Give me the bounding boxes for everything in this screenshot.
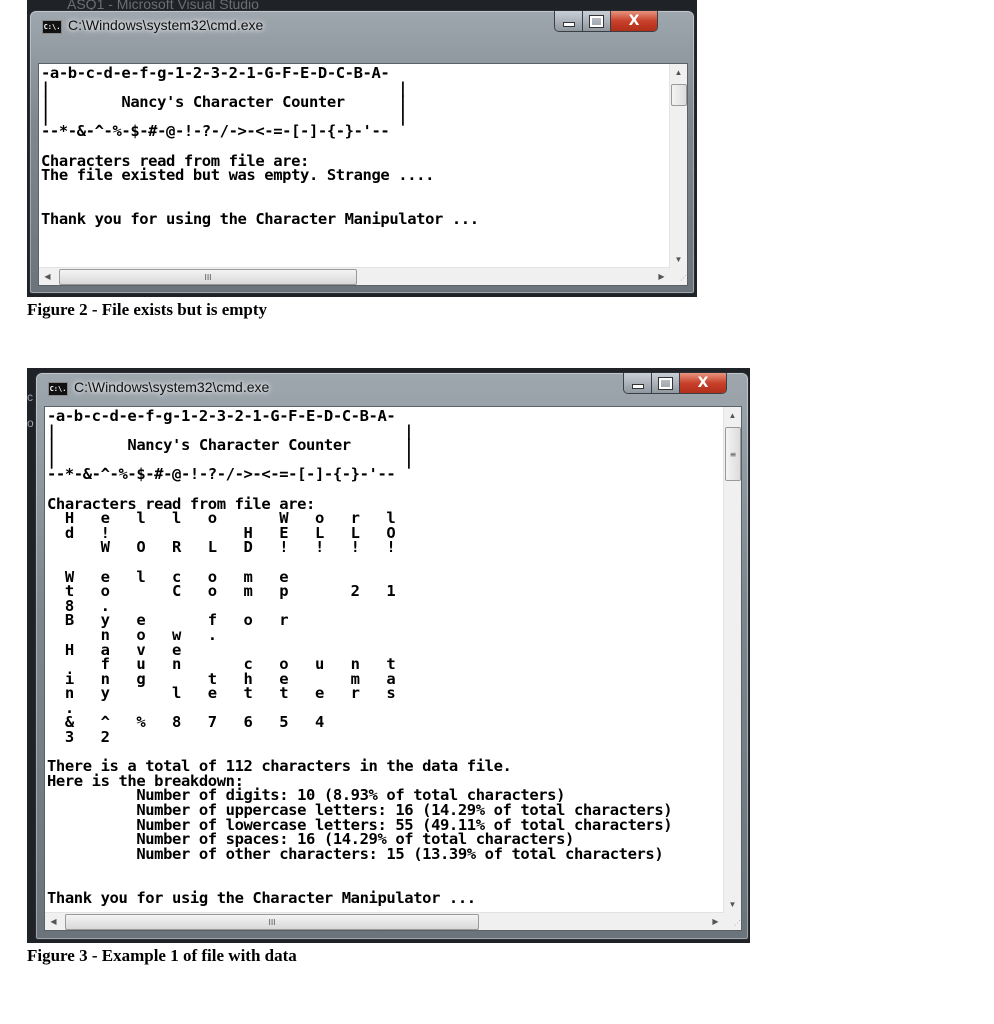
minimize-icon: [631, 383, 644, 389]
cmd-icon: C:\.: [48, 382, 68, 396]
horizontal-scroll-thumb[interactable]: III: [59, 269, 357, 285]
thumb-grip-icon: III: [268, 917, 276, 927]
figure3-screenshot: c o C:\. C:\Windows\system32\cmd.exe X -…: [27, 368, 750, 943]
console-line: Number of other characters: 15 (13.39% o…: [47, 844, 664, 863]
scroll-down-arrow-icon[interactable]: ▼: [670, 251, 687, 268]
close-button[interactable]: X: [611, 11, 657, 31]
scroll-up-arrow-icon[interactable]: ▲: [724, 407, 741, 424]
vertical-scrollbar[interactable]: ▲ ≡ ▼: [723, 407, 741, 913]
thumb-grip-icon: III: [204, 272, 212, 282]
horizontal-scrollbar[interactable]: ◀ III ▶: [45, 912, 724, 930]
resize-grip-icon[interactable]: ⋰: [670, 268, 687, 285]
close-icon: X: [697, 375, 709, 391]
window-controls: X: [623, 373, 727, 394]
minimize-button[interactable]: [555, 11, 583, 31]
cmd-window: C:\. C:\Windows\system32\cmd.exe X -a-b-…: [29, 10, 695, 294]
figure3-caption: Figure 3 - Example 1 of file with data: [27, 946, 297, 965]
cmd-icon: C:\.: [42, 20, 62, 34]
window-controls: X: [554, 11, 658, 32]
window-title: C:\Windows\system32\cmd.exe: [74, 379, 270, 395]
background-window-edge: c: [27, 390, 33, 404]
cmd-window: C:\. C:\Windows\system32\cmd.exe X -a-b-…: [35, 372, 749, 940]
console-line: Thank you for usig the Character Manipul…: [47, 888, 476, 907]
scroll-right-arrow-icon[interactable]: ▶: [707, 913, 724, 930]
console-area: -a-b-c-d-e-f-g-1-2-3-2-1-G-F-E-D-C-B-A- |…: [38, 63, 688, 286]
console-line: t o C o m p 2 1: [47, 582, 396, 601]
console-line: & ^ % 8 7 6 5 4: [47, 713, 324, 732]
figure2-screenshot: ASQ1 - Microsoft Visual Studio C:\. C:\W…: [27, 0, 697, 297]
maximize-icon: [658, 376, 673, 390]
maximize-button[interactable]: [583, 11, 611, 31]
console-output: -a-b-c-d-e-f-g-1-2-3-2-1-G-F-E-D-C-B-A- |…: [39, 64, 670, 268]
minimize-button[interactable]: [624, 373, 652, 393]
background-window-edge: o: [27, 416, 34, 430]
console-output: -a-b-c-d-e-f-g-1-2-3-2-1-G-F-E-D-C-B-A- |…: [45, 407, 724, 913]
horizontal-scrollbar[interactable]: ◀ III ▶: [39, 267, 670, 285]
title-bar[interactable]: C:\. C:\Windows\system32\cmd.exe X: [30, 11, 694, 41]
title-bar[interactable]: C:\. C:\Windows\system32\cmd.exe X: [36, 373, 748, 403]
vertical-scroll-thumb[interactable]: [671, 84, 687, 106]
maximize-button[interactable]: [652, 373, 680, 393]
minimize-icon: [562, 21, 575, 27]
console-line: Thank you for using the Character Manipu…: [41, 209, 479, 228]
scroll-left-arrow-icon[interactable]: ◀: [45, 913, 62, 930]
close-icon: X: [628, 13, 640, 29]
scroll-right-arrow-icon[interactable]: ▶: [653, 268, 670, 285]
console-line: --*-&-^-%-$-#-@-!-?-/->-<-=-[-]-{-}-'--: [47, 465, 396, 484]
console-line: n y l e t t e r s: [47, 684, 396, 703]
scroll-left-arrow-icon[interactable]: ◀: [39, 268, 56, 285]
console-line: 3 2: [47, 728, 110, 747]
console-line: W O R L D ! ! ! !: [47, 538, 396, 557]
scroll-up-arrow-icon[interactable]: ▲: [670, 64, 687, 81]
maximize-icon: [589, 14, 604, 28]
resize-grip-icon[interactable]: ⋰: [724, 913, 741, 930]
window-title: C:\Windows\system32\cmd.exe: [68, 17, 264, 33]
scroll-down-arrow-icon[interactable]: ▼: [724, 896, 741, 913]
thumb-grip-icon: ≡: [729, 449, 737, 459]
close-button[interactable]: X: [680, 373, 726, 393]
vertical-scrollbar[interactable]: ▲ ▼: [669, 64, 687, 268]
figure2-caption: Figure 2 - File exists but is empty: [27, 300, 268, 319]
console-line: --*-&-^-%-$-#-@-!-?-/->-<-=-[-]-{-}-'--: [41, 122, 390, 141]
horizontal-scroll-thumb[interactable]: III: [65, 914, 479, 930]
vertical-scroll-thumb[interactable]: ≡: [725, 427, 741, 481]
console-line: The file existed but was empty. Strange …: [41, 166, 434, 185]
console-area: -a-b-c-d-e-f-g-1-2-3-2-1-G-F-E-D-C-B-A- |…: [44, 406, 742, 931]
